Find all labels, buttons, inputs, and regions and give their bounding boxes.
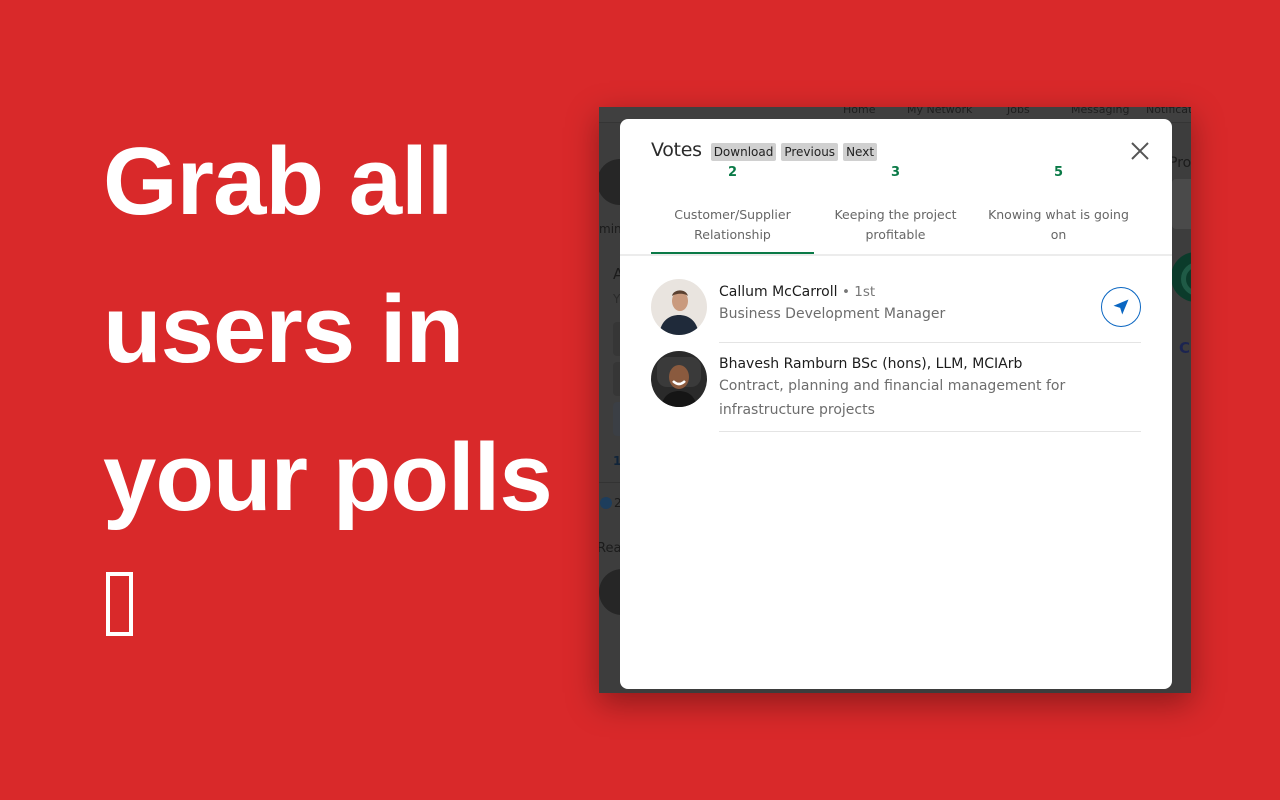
linkedin-screenshot: Home My Network Jobs Messaging Notificat… (599, 107, 1191, 693)
tab-option-3[interactable]: 5 Knowing what is going on (977, 163, 1140, 255)
avatar-photo-icon (651, 279, 707, 335)
close-icon (1131, 142, 1149, 160)
bg-text: Pro (1169, 155, 1191, 171)
bg-nav-jobs: Jobs (1007, 107, 1030, 116)
votes-modal: Votes Download Previous Next 2 Customer/… (620, 119, 1172, 689)
connection-degree: • 1st (841, 284, 876, 300)
avatar[interactable] (651, 279, 707, 335)
poll-option-tabs: 2 Customer/Supplier Relationship 3 Keepi… (651, 163, 1141, 255)
bg-nav-network: My Network (907, 107, 973, 116)
voter-details: Bhavesh Ramburn BSc (hons), LLM, MCIArb … (719, 351, 1141, 432)
voter-details: Callum McCarroll • 1st Business Developm… (719, 279, 1141, 343)
close-button[interactable] (1128, 139, 1152, 163)
headline-line-2: users in (103, 276, 464, 383)
tab-label: Keeping the project profitable (834, 207, 957, 242)
bg-nav-home: Home (843, 107, 876, 116)
voter-headline: Contract, planning and financial managem… (719, 378, 1066, 418)
tabs-divider (620, 254, 1172, 256)
avatar[interactable] (651, 351, 707, 407)
voter-list: Callum McCarroll • 1st Business Developm… (651, 279, 1141, 432)
bg-company-logo (1171, 252, 1191, 302)
voter-headline: Business Development Manager (719, 306, 946, 322)
download-button[interactable]: Download (710, 143, 777, 161)
bg-divider (599, 482, 621, 483)
next-button[interactable]: Next (843, 143, 878, 161)
avatar-photo-icon (651, 351, 707, 407)
modal-header: Votes Download Previous Next (651, 139, 882, 161)
voter-name[interactable]: Bhavesh Ramburn BSc (hons), LLM, MCIArb (719, 356, 1022, 372)
tab-label: Customer/Supplier Relationship (674, 207, 791, 242)
bg-nav-messaging: Messaging (1071, 107, 1130, 116)
tab-vote-count: 3 (890, 165, 901, 180)
previous-button[interactable]: Previous (781, 143, 839, 161)
voter-list-item[interactable]: Callum McCarroll • 1st Business Developm… (651, 279, 1141, 343)
tab-label: Knowing what is going on (988, 207, 1129, 242)
tab-vote-count: 5 (1053, 165, 1064, 180)
send-message-button[interactable] (1101, 287, 1141, 327)
tab-option-2[interactable]: 3 Keeping the project profitable (814, 163, 977, 255)
bg-nav-notifications: Notificat (1146, 107, 1191, 116)
bg-text: Ci (1179, 339, 1191, 357)
missing-glyph-box-icon (106, 572, 133, 636)
bg-text: min (599, 222, 622, 236)
tab-vote-count: 2 (727, 165, 738, 180)
voter-list-item[interactable]: Bhavesh Ramburn BSc (hons), LLM, MCIArb … (651, 351, 1141, 432)
voter-name[interactable]: Callum McCarroll (719, 284, 838, 300)
headline-line-3: your polls (103, 424, 553, 531)
bg-text: Rea (599, 541, 622, 556)
send-message-icon (1113, 299, 1129, 315)
tab-option-1[interactable]: 2 Customer/Supplier Relationship (651, 163, 814, 255)
modal-title: Votes (651, 139, 702, 161)
bg-like-icon (600, 497, 612, 509)
headline-line-1: Grab all (103, 128, 453, 235)
promo-headline: Grab all users in your polls (103, 108, 583, 552)
bg-profile-photo (1172, 179, 1191, 229)
